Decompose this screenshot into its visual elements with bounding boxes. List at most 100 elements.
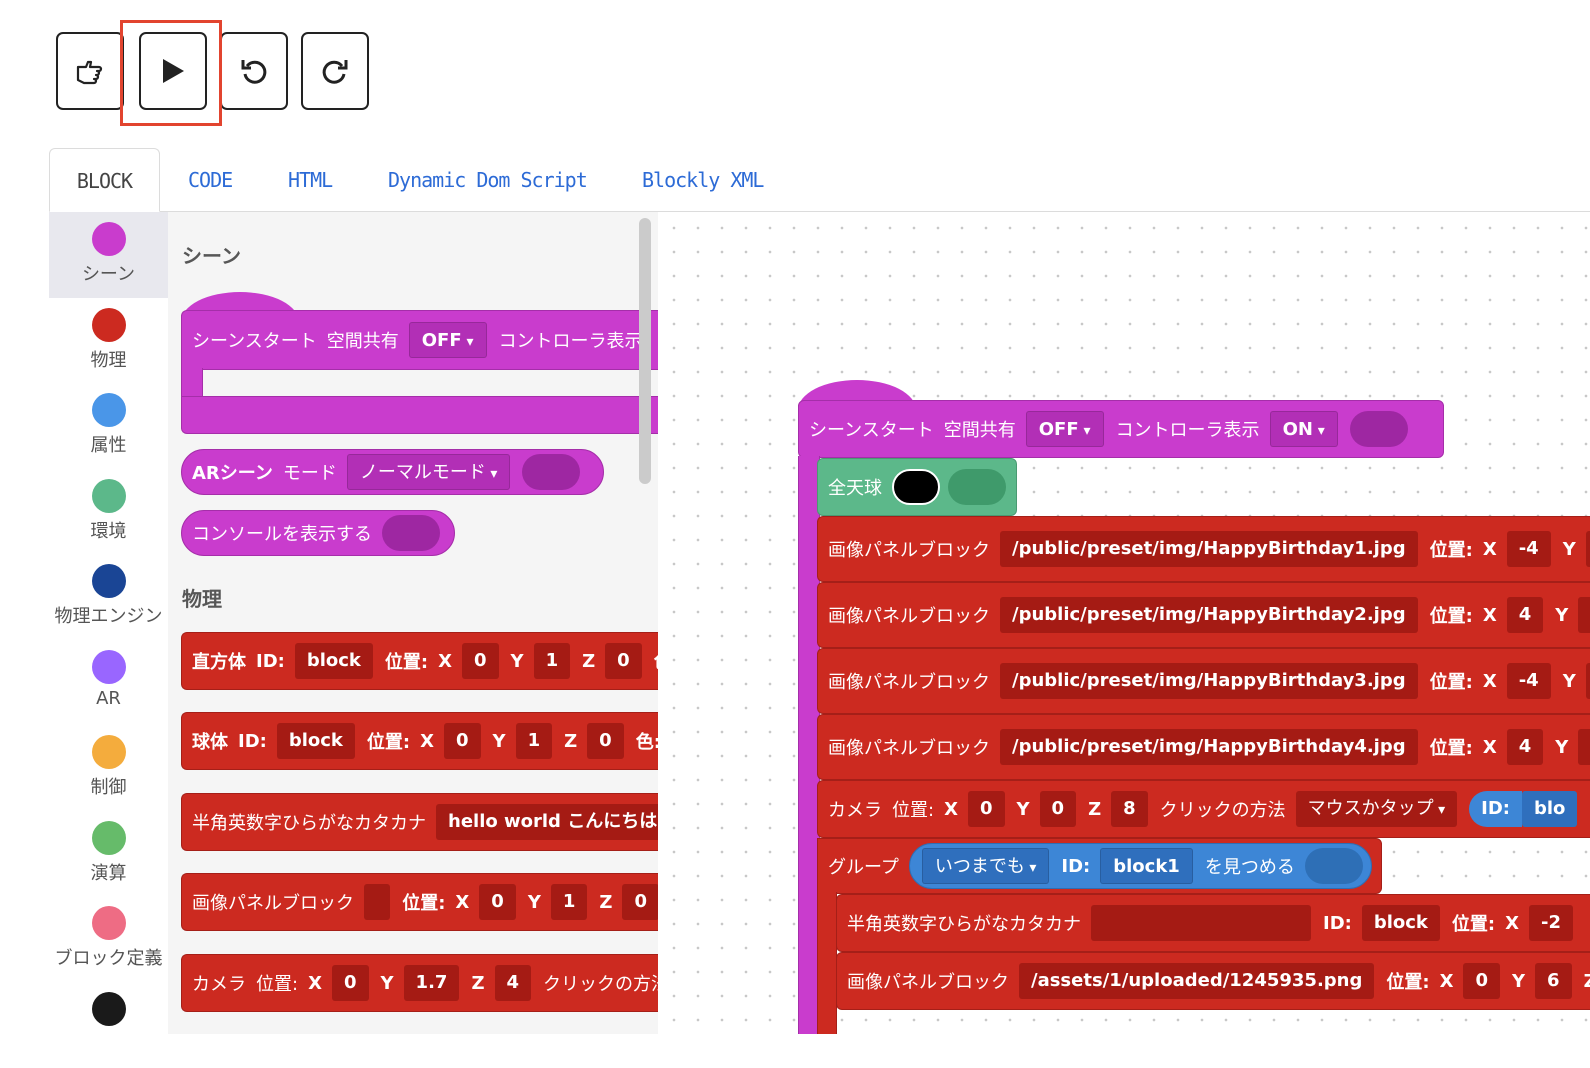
workspace-group-block[interactable]: グループ いつまでも ID: block1 を見つめる — [817, 838, 1382, 894]
flyout-box-block[interactable]: 直方体 ID: block 位置: X 0 Y 1 Z 0 色: — [181, 632, 658, 690]
z-field[interactable]: 0 — [622, 884, 658, 920]
undo-button[interactable] — [220, 32, 288, 110]
controller-dropdown[interactable]: ON — [1269, 411, 1338, 447]
x-field[interactable]: 4 — [1506, 597, 1544, 633]
scene-input-slot[interactable] — [1349, 411, 1408, 447]
mode-dropdown[interactable]: ノーマルモード — [346, 454, 511, 490]
flyout-console-block[interactable]: コンソールを表示する — [181, 510, 455, 556]
y-field[interactable]: 1 — [515, 723, 553, 759]
path-field[interactable]: /public/preset/img/HappyBirthday1.jpg — [1000, 531, 1418, 567]
share-dropdown[interactable]: OFF — [408, 322, 487, 358]
path-field[interactable]: /public/preset/img/HappyBirthday2.jpg — [1000, 597, 1418, 633]
category-more[interactable] — [49, 982, 168, 1068]
id-field[interactable]: block — [294, 643, 373, 679]
tab-block[interactable]: BLOCK — [49, 148, 160, 212]
redo-button[interactable] — [301, 32, 369, 110]
flyout-scrollbar[interactable] — [639, 218, 651, 484]
category-ar[interactable]: AR — [49, 640, 168, 726]
id-field[interactable]: block — [276, 723, 355, 759]
id-label: ID: — [238, 730, 267, 752]
x-label: X — [944, 798, 958, 820]
id-label: ID: — [1061, 855, 1091, 877]
workspace-scene-start-block[interactable]: シーンスタート 空間共有 OFF コントローラ表示 ON — [798, 400, 1444, 458]
workspace-image-panel-block[interactable]: 画像パネルブロック /public/preset/img/HappyBirthd… — [817, 582, 1590, 648]
z-field[interactable]: 4 — [494, 965, 532, 1001]
pos-label: 位置: — [1451, 914, 1496, 935]
x-field[interactable]: 0 — [479, 884, 516, 920]
share-dropdown[interactable]: OFF — [1025, 411, 1104, 447]
ar-input-slot[interactable] — [522, 454, 581, 490]
sky-color-swatch[interactable] — [892, 469, 940, 505]
pos-label: 位置: — [1429, 738, 1473, 759]
path-field[interactable] — [364, 884, 391, 920]
tab-code[interactable]: CODE — [188, 148, 233, 212]
category-physics-engine[interactable]: 物理エンジン — [49, 554, 168, 640]
y-field[interactable]: 6 — [1535, 963, 1572, 999]
category-environment[interactable]: 環境 — [49, 469, 168, 555]
tab-dynamic-dom-script[interactable]: Dynamic Dom Script — [388, 148, 588, 212]
workspace-image-panel-block[interactable]: 画像パネルブロック /public/preset/img/HappyBirthd… — [817, 648, 1590, 714]
x-field[interactable]: 4 — [1506, 729, 1544, 765]
z-field[interactable]: 0 — [587, 723, 624, 759]
category-operators[interactable]: 演算 — [49, 811, 168, 897]
tab-blockly-xml[interactable]: Blockly XML — [642, 148, 764, 212]
sky-input-slot[interactable] — [948, 469, 1006, 505]
y-field[interactable]: 1 — [1585, 663, 1590, 699]
category-label: 物理エンジン — [54, 606, 163, 627]
category-list: シーン 物理 属性 環境 物理エンジン AR 制御 演算 ブロック定義 — [49, 212, 168, 1034]
workspace-group-image-block[interactable]: 画像パネルブロック /assets/1/uploaded/1245935.png… — [836, 952, 1590, 1010]
y-field[interactable]: 1 — [1585, 531, 1590, 567]
y-field[interactable]: 0 — [1039, 791, 1077, 827]
category-scene[interactable]: シーン — [49, 212, 168, 298]
workspace-image-panel-block[interactable]: 画像パネルブロック /public/preset/img/HappyBirthd… — [817, 714, 1590, 780]
x-field[interactable]: -2 — [1529, 905, 1573, 941]
id-field[interactable]: block1 — [1100, 848, 1193, 884]
flyout-scene-start-block[interactable]: シーンスタート 空間共有 OFF コントローラ表示 — [181, 310, 658, 370]
flyout-camera-block[interactable]: カメラ 位置: X 0 Y 1.7 Z 4 クリックの方法 — [181, 954, 658, 1012]
y-field[interactable]: 1 — [1578, 729, 1590, 765]
x-field[interactable]: 0 — [462, 643, 499, 679]
text-field[interactable] — [1091, 905, 1311, 941]
y-field[interactable]: 1 — [533, 643, 571, 679]
group-repeat-input[interactable]: いつまでも ID: block1 を見つめる — [908, 843, 1372, 889]
category-control[interactable]: 制御 — [49, 725, 168, 811]
camera-id-field[interactable]: blo — [1522, 791, 1578, 827]
x-field[interactable]: 0 — [1463, 963, 1500, 999]
x-field[interactable]: 0 — [331, 965, 369, 1001]
loop-dropdown[interactable]: いつまでも — [921, 848, 1050, 884]
y-field[interactable]: 1 — [550, 884, 588, 920]
look-input-slot[interactable] — [1304, 848, 1363, 884]
x-field[interactable]: 0 — [967, 791, 1005, 827]
pointer-button[interactable] — [56, 32, 124, 110]
path-field[interactable]: /public/preset/img/HappyBirthday4.jpg — [1000, 729, 1418, 765]
click-method-dropdown[interactable]: マウスかタップ — [1295, 791, 1458, 827]
workspace-camera-block[interactable]: カメラ 位置: X 0 Y 0 Z 8 クリックの方法 マウスかタップ ID: … — [817, 780, 1590, 838]
workspace-canvas[interactable]: シーンスタート 空間共有 OFF コントローラ表示 ON 全天球 画像パネルブロ… — [658, 212, 1590, 1034]
workspace-image-panel-block[interactable]: 画像パネルブロック /public/preset/img/HappyBirthd… — [817, 516, 1590, 582]
path-field[interactable]: /public/preset/img/HappyBirthday3.jpg — [1000, 663, 1418, 699]
workspace-sky-block[interactable]: 全天球 — [817, 458, 1017, 516]
console-input-slot[interactable] — [382, 515, 440, 551]
category-block-definition[interactable]: ブロック定義 — [49, 896, 168, 982]
flyout-ar-scene-block[interactable]: ARシーン モード ノーマルモード — [181, 449, 604, 495]
id-field[interactable]: block — [1361, 905, 1440, 941]
x-field[interactable]: -4 — [1506, 531, 1551, 567]
tab-html[interactable]: HTML — [288, 148, 333, 212]
category-attribute[interactable]: 属性 — [49, 383, 168, 469]
x-field[interactable]: 0 — [444, 723, 481, 759]
block-label: 全天球 — [828, 478, 882, 499]
flyout-image-panel-block[interactable]: 画像パネルブロック 位置: X 0 Y 1 Z 0 — [181, 873, 658, 931]
id-label: ID: — [256, 650, 285, 672]
flyout-sphere-block[interactable]: 球体 ID: block 位置: X 0 Y 1 Z 0 色: — [181, 712, 658, 770]
x-field[interactable]: -4 — [1506, 663, 1551, 699]
path-field[interactable]: /assets/1/uploaded/1245935.png — [1019, 963, 1375, 999]
workspace-text-block[interactable]: 半角英数字ひらがなカタカナ ID: block 位置: X -2 — [836, 894, 1590, 952]
flyout-text-block[interactable]: 半角英数字ひらがなカタカナ hello world こんにちは — [181, 793, 658, 851]
text-field[interactable]: hello world こんにちは — [436, 804, 658, 840]
category-physics[interactable]: 物理 — [49, 298, 168, 384]
y-field[interactable]: 1 — [1578, 597, 1590, 633]
y-field[interactable]: 1.7 — [403, 965, 460, 1001]
block-label: 半角英数字ひらがなカタカナ — [192, 813, 426, 834]
z-field[interactable]: 8 — [1111, 791, 1148, 827]
z-field[interactable]: 0 — [605, 643, 642, 679]
